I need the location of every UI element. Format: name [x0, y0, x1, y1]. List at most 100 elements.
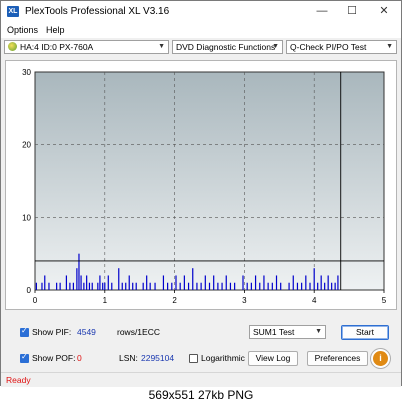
data-bar — [280, 282, 282, 290]
data-bar — [41, 282, 43, 290]
data-bar — [102, 282, 104, 290]
data-bar — [167, 282, 169, 290]
menu-help[interactable]: Help — [46, 25, 65, 35]
x-tick-label: 5 — [382, 296, 387, 305]
data-bar — [107, 275, 109, 290]
menu-options[interactable]: Options — [7, 25, 38, 35]
view-log-button[interactable]: View Log — [248, 351, 298, 366]
data-bar — [337, 275, 339, 290]
data-bar — [196, 282, 198, 290]
y-tick-label: 10 — [22, 213, 31, 222]
lsn-label: LSN: — [119, 353, 138, 363]
show-pof-checkbox[interactable] — [20, 352, 29, 363]
data-bar — [305, 275, 307, 290]
info-icon[interactable]: i — [373, 351, 388, 366]
plextools-app-icon: XL — [7, 6, 19, 17]
data-bar — [121, 282, 123, 290]
sum-test-select[interactable]: SUM1 Test ▼ — [249, 325, 326, 339]
x-tick-label: 0 — [33, 296, 38, 305]
show-pif-label: Show PIF: — [32, 327, 72, 337]
data-bar — [267, 282, 269, 290]
chevron-down-icon: ▼ — [315, 328, 322, 335]
data-bar — [242, 275, 244, 290]
data-bar — [99, 275, 101, 290]
data-bar — [324, 282, 326, 290]
data-bar — [301, 282, 303, 290]
logarithmic-checkbox[interactable] — [189, 354, 198, 363]
drive-select[interactable]: HA:4 ID:0 PX-760A ▼ — [4, 40, 169, 54]
pof-value: 0 — [77, 353, 82, 363]
title-bar[interactable]: XL PlexTools Professional XL V3.16 — ☐ ✕ — [1, 1, 401, 23]
y-tick-label: 30 — [22, 68, 31, 77]
data-bar — [183, 275, 185, 290]
data-bar — [275, 275, 278, 290]
x-tick-label: 1 — [103, 296, 108, 305]
data-bar — [76, 268, 78, 290]
data-bar — [78, 253, 80, 290]
test-select-value: Q-Check PI/PO Test — [290, 42, 367, 52]
y-tick-label: 0 — [27, 286, 32, 295]
data-bar — [104, 282, 106, 290]
data-bar — [259, 282, 261, 290]
start-button[interactable]: Start — [341, 325, 389, 340]
data-bar — [225, 275, 227, 290]
data-bar — [80, 275, 82, 290]
data-bar — [175, 275, 177, 290]
close-button[interactable]: ✕ — [373, 3, 395, 19]
data-bar — [309, 282, 311, 290]
data-bar — [331, 282, 333, 290]
chart-svg: 0 1 2 3 4 5 0 10 20 30 — [22, 68, 387, 305]
data-bar — [65, 275, 68, 290]
data-bar — [263, 275, 265, 290]
drive-select-value: HA:4 ID:0 PX-760A — [20, 42, 94, 52]
function-select[interactable]: DVD Diagnostic Functions ▼ — [172, 40, 283, 54]
data-bar — [246, 282, 248, 290]
minimize-button[interactable]: — — [311, 3, 333, 19]
chevron-down-icon: ▼ — [386, 43, 393, 50]
show-pif-checkbox[interactable] — [20, 326, 29, 337]
data-bar — [59, 282, 61, 290]
image-caption: 569x551 27kb PNG — [148, 388, 254, 402]
sum-test-value: SUM1 Test — [253, 327, 295, 337]
data-bar — [296, 282, 299, 290]
data-bar — [86, 275, 88, 290]
data-bar — [200, 282, 202, 290]
data-bar — [254, 275, 257, 290]
data-bar — [35, 282, 37, 290]
data-bar — [208, 282, 211, 290]
data-bar — [146, 275, 148, 290]
data-bar — [118, 268, 120, 290]
data-bar — [56, 282, 58, 290]
data-bar — [132, 282, 134, 290]
preferences-button[interactable]: Preferences — [307, 351, 368, 366]
data-bar — [187, 282, 190, 290]
data-bar — [217, 282, 219, 290]
data-bar — [111, 282, 113, 290]
status-text: Ready — [6, 375, 31, 385]
test-select[interactable]: Q-Check PI/PO Test ▼ — [286, 40, 397, 54]
data-bar — [162, 275, 165, 290]
toolbar: HA:4 ID:0 PX-760A ▼ DVD Diagnostic Funct… — [1, 38, 401, 58]
data-bar — [192, 268, 194, 290]
x-tick-label: 3 — [242, 296, 247, 305]
data-bar — [213, 275, 215, 290]
plot-area — [34, 71, 385, 291]
data-bar — [271, 282, 273, 290]
data-bar — [83, 282, 85, 290]
data-bar — [128, 275, 130, 290]
window-title: PlexTools Professional XL V3.16 — [25, 6, 170, 17]
pi-po-chart: 0 1 2 3 4 5 0 10 20 30 — [5, 60, 397, 310]
data-bar — [327, 275, 329, 290]
data-bar — [221, 282, 223, 290]
maximize-button[interactable]: ☐ — [341, 3, 363, 19]
data-bar — [69, 282, 71, 290]
data-bar — [250, 282, 252, 290]
data-bar — [91, 282, 93, 290]
data-bar — [288, 282, 290, 290]
data-bar — [234, 282, 236, 290]
controls-panel: Show PIF: 4549 rows/1ECC SUM1 Test ▼ Sta… — [5, 314, 397, 369]
lsn-value: 2295104 — [141, 353, 175, 363]
data-bar — [88, 282, 91, 290]
x-tick-label: 2 — [172, 296, 177, 305]
data-bar — [229, 282, 232, 290]
